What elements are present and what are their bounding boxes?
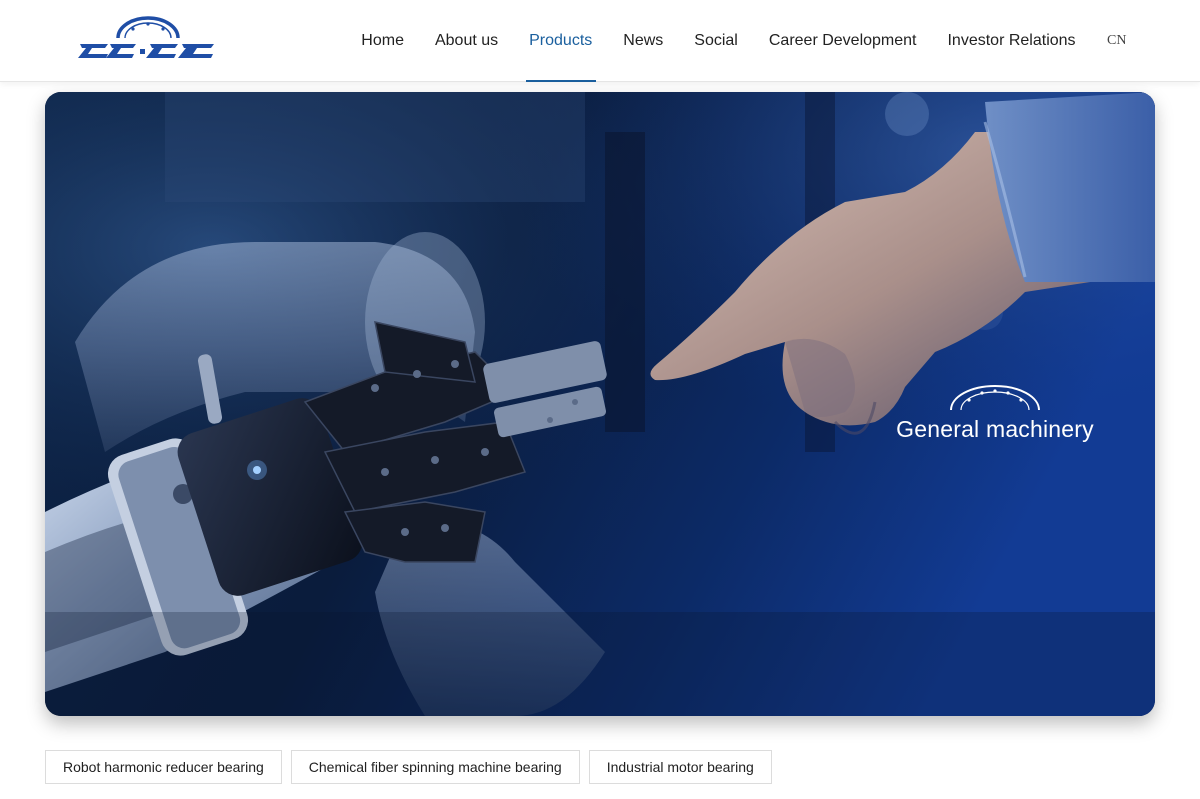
nav-home[interactable]: Home xyxy=(346,0,420,82)
tab-robot-harmonic-reducer-bearing[interactable]: Robot harmonic reducer bearing xyxy=(45,750,282,784)
tab-chemical-fiber-spinning-machine-bearing[interactable]: Chemical fiber spinning machine bearing xyxy=(290,750,580,784)
nav-investor-relations[interactable]: Investor Relations xyxy=(932,0,1091,82)
nav-career-development[interactable]: Career Development xyxy=(753,0,932,82)
nav-social[interactable]: Social xyxy=(679,0,754,82)
bearing-arc-icon xyxy=(950,385,1040,411)
brand-logo[interactable] xyxy=(78,16,216,60)
nav-news[interactable]: News xyxy=(608,0,679,82)
nav-products[interactable]: Products xyxy=(514,0,608,82)
hero-caption: General machinery xyxy=(883,382,1107,443)
nav-about-us[interactable]: About us xyxy=(419,0,513,82)
tab-industrial-motor-bearing[interactable]: Industrial motor bearing xyxy=(588,750,772,784)
hero-banner: General machinery xyxy=(45,92,1155,716)
site-header: Home About us Products News Social Caree… xyxy=(0,0,1200,82)
product-category-tabs: Robot harmonic reducer bearing Chemical … xyxy=(45,750,772,784)
language-switch-cn[interactable]: CN xyxy=(1091,0,1142,82)
main-nav: Home About us Products News Social Caree… xyxy=(346,0,1142,82)
zys-logo-icon xyxy=(78,16,214,58)
hero-title: General machinery xyxy=(896,416,1094,442)
